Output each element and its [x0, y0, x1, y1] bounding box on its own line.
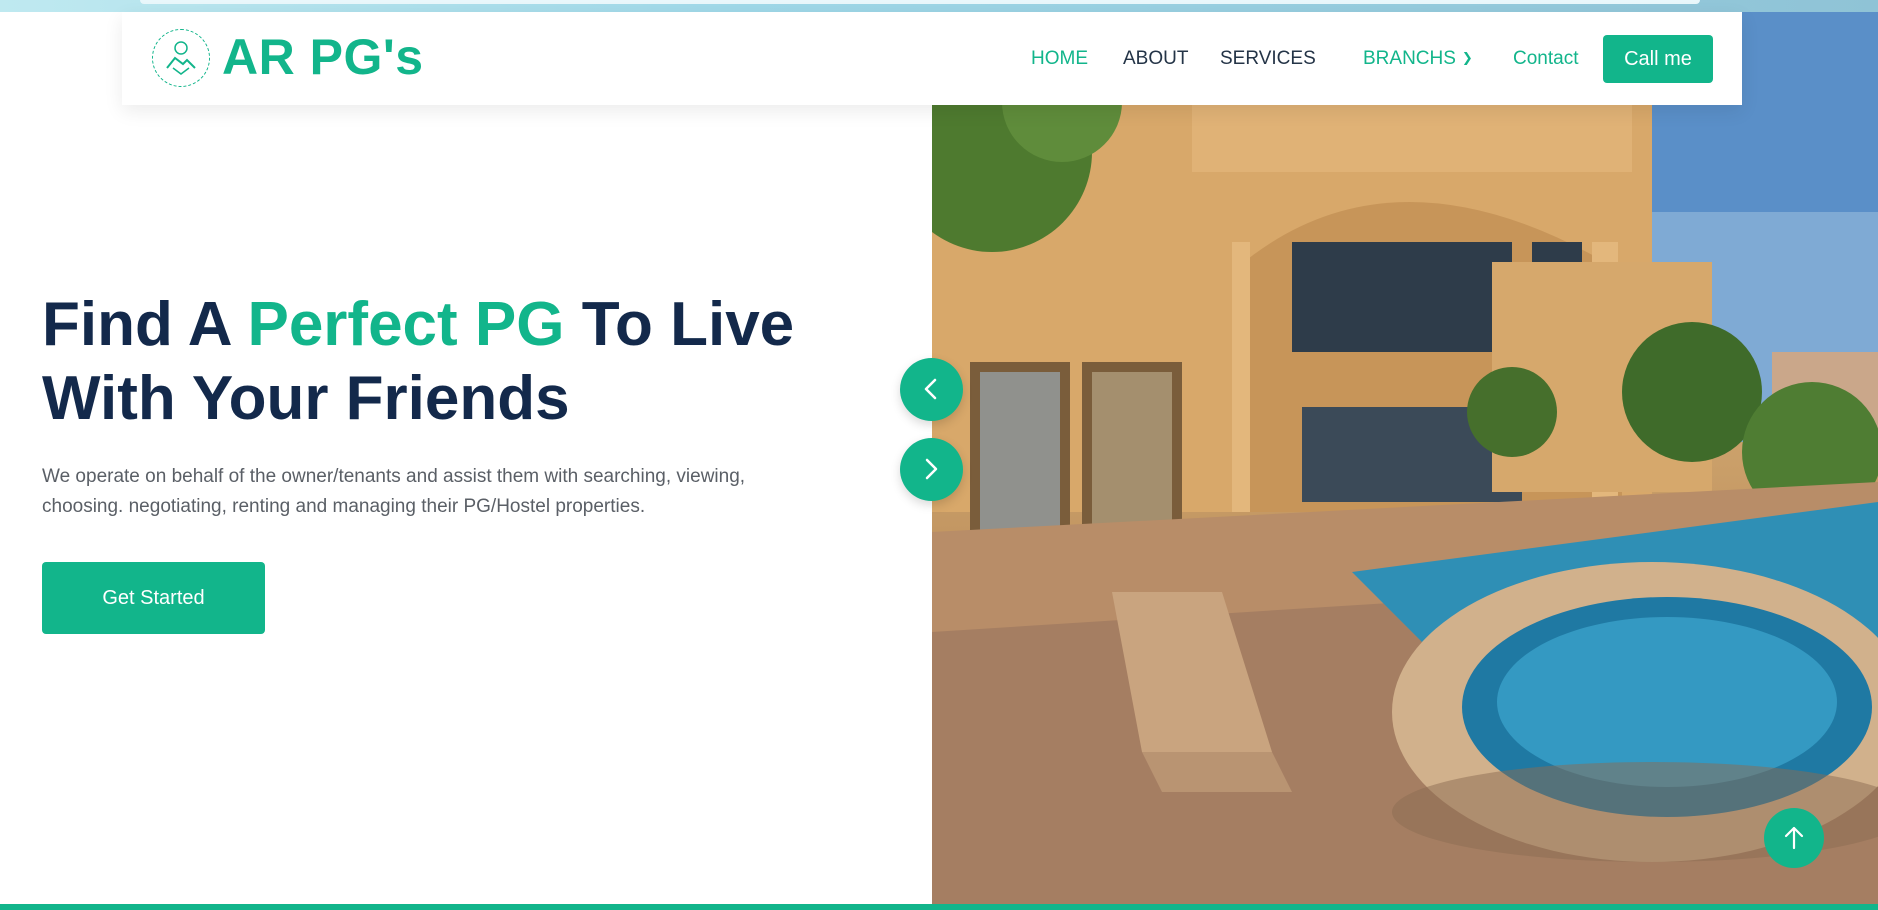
call-me-button[interactable]: Call me: [1603, 35, 1713, 83]
slider-next-button[interactable]: [900, 438, 963, 501]
address-bar-edge: [140, 0, 1700, 4]
villa-pool-illustration: [932, 12, 1878, 905]
nav-item-services[interactable]: SERVICES: [1220, 48, 1316, 70]
logo-emblem[interactable]: [152, 29, 210, 87]
nav-item-home[interactable]: HOME: [1031, 48, 1088, 70]
chevron-right-icon: [925, 458, 938, 480]
hero-title: Find A Perfect PG To Live With Your Frie…: [42, 288, 862, 436]
navbar: AR PG's HOME ABOUT SERVICES BRANCHS ❯ Con…: [122, 12, 1742, 105]
chevron-down-icon: ❯: [1461, 50, 1473, 65]
brand-name[interactable]: AR PG's: [222, 28, 424, 86]
nav-item-branchs-label: BRANCHS: [1363, 48, 1456, 69]
hero-title-accent: Perfect PG: [247, 290, 565, 359]
hero-description: We operate on behalf of the owner/tenant…: [42, 466, 746, 517]
nav-item-branchs[interactable]: BRANCHS ❯: [1363, 48, 1473, 70]
browser-top-strip: [0, 0, 1878, 12]
chevron-left-icon: [924, 378, 937, 400]
bottom-accent-line: [0, 904, 1878, 910]
arrow-up-icon: [1784, 826, 1804, 850]
get-started-button[interactable]: Get Started: [42, 562, 265, 634]
back-to-top-button[interactable]: [1764, 808, 1824, 868]
nav-item-about[interactable]: ABOUT: [1123, 48, 1188, 70]
hero-title-line2: With Your Friends: [42, 364, 570, 433]
slider-prev-button[interactable]: [900, 358, 963, 421]
handshake-icon: [166, 41, 196, 75]
hero-image: [932, 12, 1878, 905]
nav-item-contact[interactable]: Contact: [1513, 48, 1578, 70]
hero-title-part2: To Live: [564, 290, 795, 359]
hero-title-part1: Find A: [42, 290, 248, 359]
